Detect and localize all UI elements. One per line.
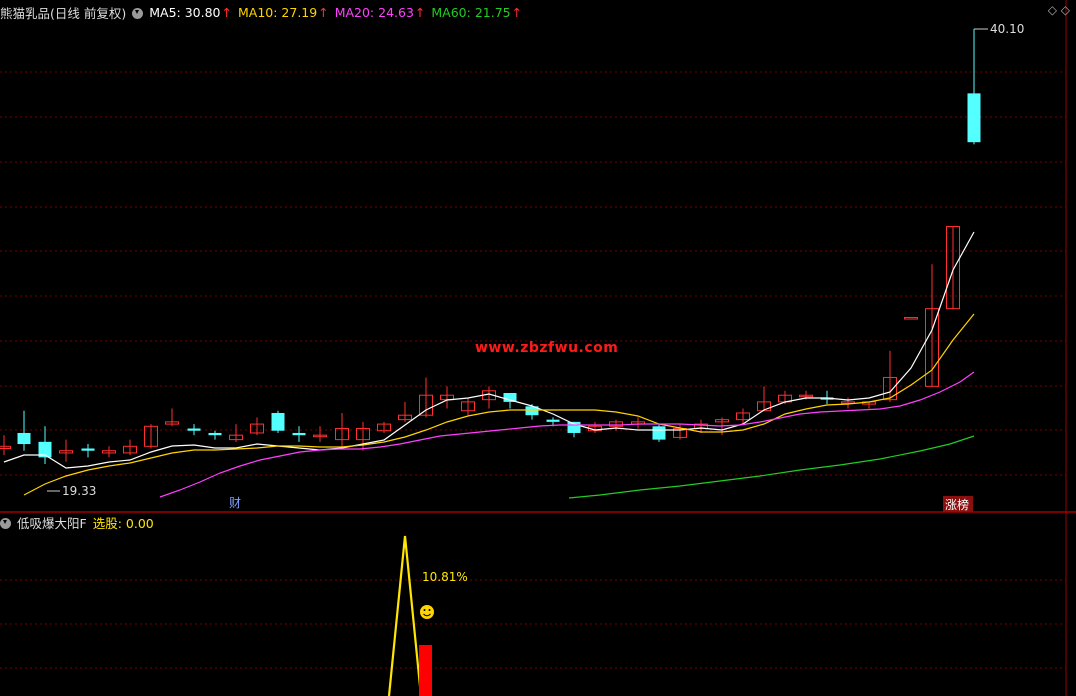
chart-header: 熊猫乳品(日线 前复权) MA5: 30.80↑ MA10: 27.19↑ MA… (0, 2, 522, 22)
candle-up (904, 317, 918, 320)
ma20-line (159, 371, 975, 498)
indicator-value: 选股: 0.00 (92, 515, 154, 531)
indicator-name: 低吸爆大阳F (17, 515, 87, 531)
ma5-label: MA5: 30.80↑ (149, 4, 232, 20)
smiley-eye (423, 609, 426, 611)
candle-down (17, 432, 31, 445)
indicator-header: 低吸爆大阳F 选股: 0.00 (0, 513, 154, 531)
candle-down (652, 426, 666, 440)
candle-down (967, 93, 981, 143)
smiley-icon (420, 605, 434, 619)
candle-down (208, 432, 222, 436)
high-price-label: 40.10 (990, 22, 1024, 36)
smiley-eye (428, 609, 431, 611)
ma60-line (568, 435, 975, 499)
low-price-label: 19.33 (62, 484, 96, 498)
window-controls[interactable]: ◇ ◇ (1048, 3, 1070, 17)
ma10-label: MA10: 27.19↑ (237, 4, 329, 20)
candle-down (187, 428, 201, 431)
candle-down (81, 448, 95, 451)
indicator-line (387, 535, 423, 696)
stock-title: 熊猫乳品(日线 前复权) (0, 5, 127, 21)
candle-down (546, 419, 560, 422)
indicator-bar (419, 645, 432, 696)
candle-down (292, 432, 306, 436)
watermark: www.zbzfwu.com (475, 340, 619, 356)
indicator-annotation: 10.81% (422, 570, 468, 584)
dropdown-icon[interactable] (0, 517, 11, 529)
ma60-label: MA60: 21.75↑ (431, 4, 523, 20)
ma20-label: MA20: 24.63↑ (334, 4, 426, 20)
candle-down (271, 412, 285, 431)
candle-up (0, 445, 11, 449)
dropdown-icon[interactable] (132, 7, 144, 19)
badge-zhangbang: 涨榜 (945, 497, 969, 512)
badge-cai: 财 (229, 496, 241, 510)
